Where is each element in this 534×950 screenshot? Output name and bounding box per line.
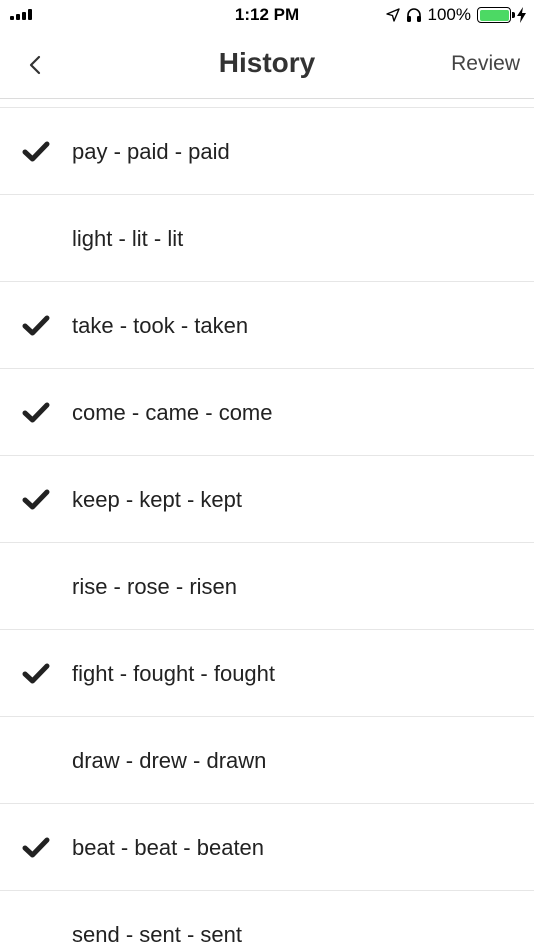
headphones-icon	[406, 8, 421, 22]
list-item[interactable]: keep - kept - kept	[0, 456, 534, 543]
list-item-label: rise - rose - risen	[72, 574, 238, 599]
list-item-label: pay - paid - paid	[72, 139, 230, 164]
checkmark-icon	[22, 835, 50, 859]
list-item-label: take - took - taken	[72, 313, 249, 338]
battery-fill	[479, 9, 509, 21]
checkmark-icon	[22, 139, 50, 163]
status-bar: 1:12 PM 100%	[0, 0, 534, 30]
list-item[interactable]: draw - drew - drawn	[0, 717, 534, 804]
checkmark-icon	[22, 661, 50, 685]
history-screen: 1:12 PM 100% History Review pay - paid -…	[0, 0, 534, 950]
battery-icon	[477, 7, 515, 23]
battery-cap	[512, 12, 515, 18]
status-right-group: 100%	[385, 5, 526, 25]
list-item-label: fight - fought - fought	[72, 661, 276, 686]
list-item[interactable]: come - came - come	[0, 369, 534, 456]
location-arrow-icon	[385, 8, 400, 22]
list-item-label: beat - beat - beaten	[72, 835, 265, 860]
checkmark-icon	[22, 487, 50, 511]
review-button[interactable]: Review	[451, 52, 520, 76]
list-item[interactable]: take - took - taken	[0, 282, 534, 369]
battery-percent: 100%	[427, 5, 471, 24]
charging-bolt-icon	[517, 7, 526, 23]
history-list: pay - paid - paid light - lit - lit take -…	[0, 107, 534, 950]
list-item-label: draw - drew - drawn	[72, 748, 267, 773]
checkmark-icon	[22, 313, 50, 337]
list-item[interactable]: rise - rose - risen	[0, 543, 534, 630]
list-item[interactable]: send - sent - sent	[0, 891, 534, 950]
list-item[interactable]: fight - fought - fought	[0, 630, 534, 717]
list-item-label: send - sent - sent	[72, 922, 242, 947]
nav-bar: History Review	[0, 30, 534, 99]
list-item[interactable]: beat - beat - beaten	[0, 804, 534, 891]
list-item-label: keep - kept - kept	[72, 487, 242, 512]
checkmark-icon	[22, 400, 50, 424]
list-item[interactable]: light - lit - lit	[0, 195, 534, 282]
list-item-label: come - came - come	[72, 400, 273, 425]
list-item-label: light - lit - lit	[72, 226, 184, 251]
list-item[interactable]: pay - paid - paid	[0, 108, 534, 195]
